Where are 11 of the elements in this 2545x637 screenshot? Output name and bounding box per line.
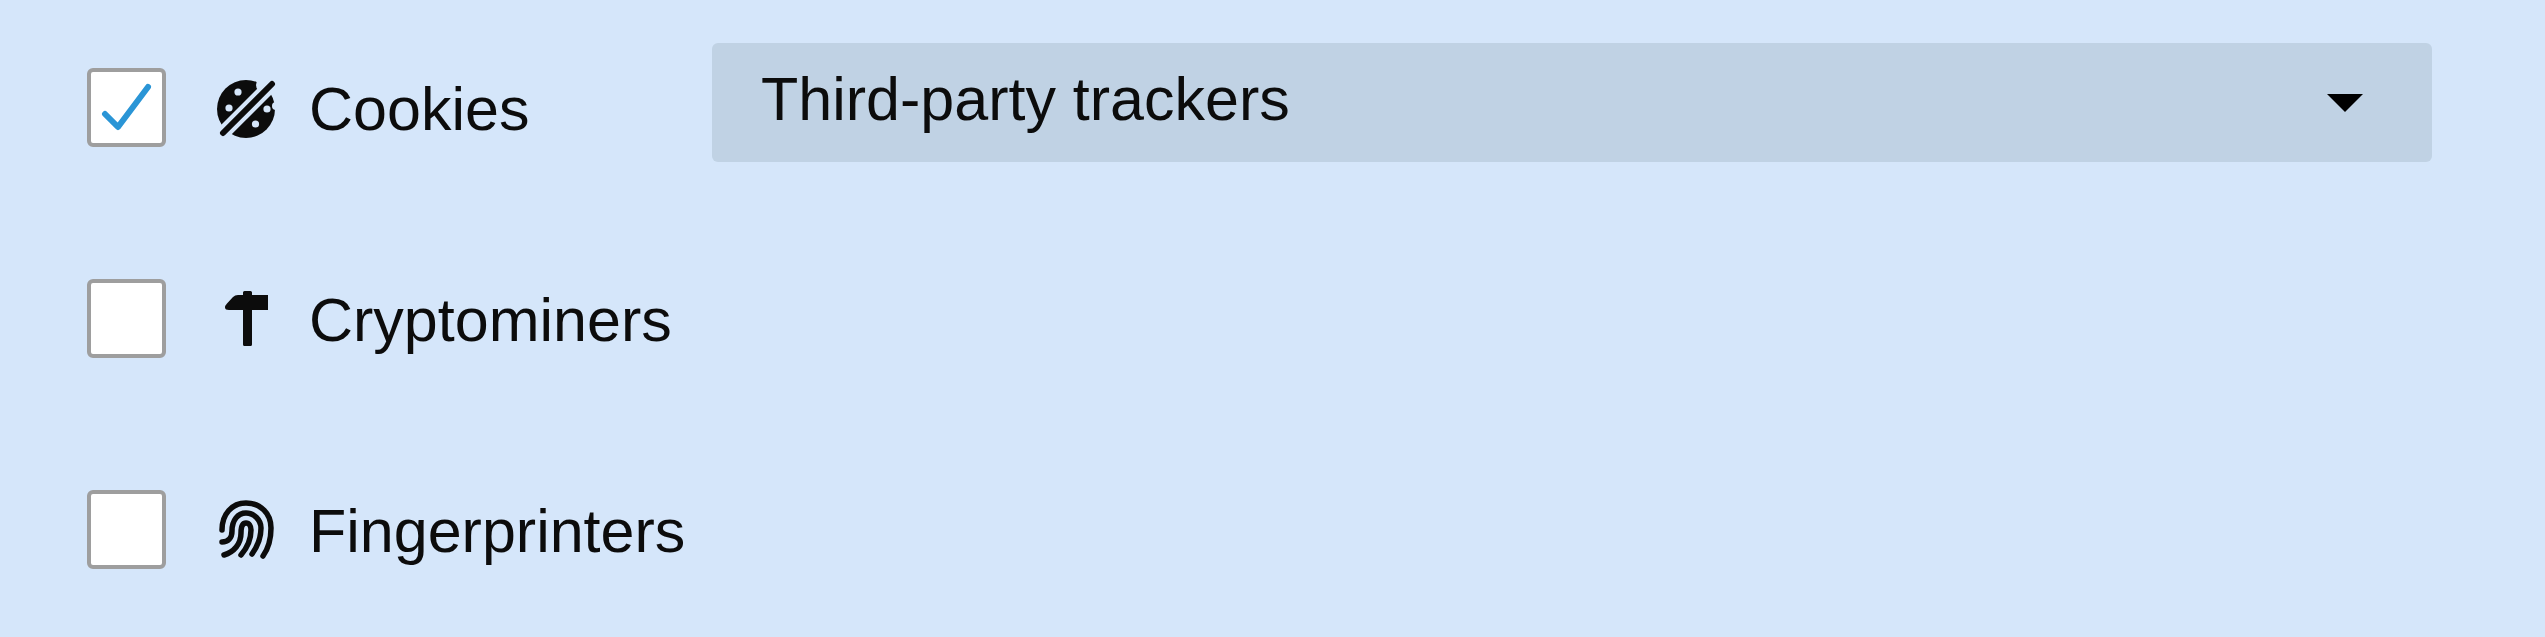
filter-label: Fingerprinters <box>309 496 686 568</box>
checkmark-icon <box>101 83 152 132</box>
checkbox[interactable] <box>87 490 166 569</box>
filter-label: Cryptominers <box>309 285 672 357</box>
trackers-dropdown[interactable]: Third-party trackers <box>712 43 2432 162</box>
filter-label: Cookies <box>309 74 530 146</box>
checkbox[interactable] <box>87 68 166 147</box>
caret-down-icon <box>2327 93 2363 112</box>
fingerprint-icon <box>218 500 274 559</box>
checkbox[interactable] <box>87 279 166 358</box>
hammer-icon <box>224 291 268 346</box>
